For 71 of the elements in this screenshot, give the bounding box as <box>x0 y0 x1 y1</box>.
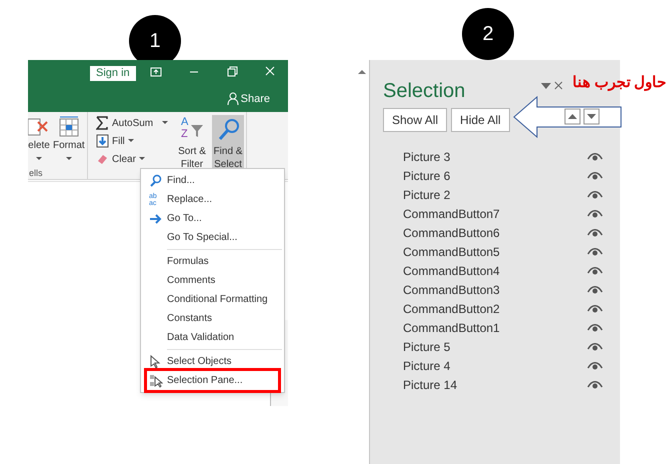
eye-icon[interactable] <box>587 380 603 390</box>
fill-down-icon <box>96 134 109 148</box>
icon-letter: A <box>181 117 188 128</box>
callout-number: 2 <box>462 8 514 60</box>
fill-button[interactable]: Fill <box>96 133 172 149</box>
caret-icon <box>138 157 145 161</box>
restore-icon[interactable] <box>226 65 238 77</box>
caret-icon <box>128 139 134 143</box>
share-button[interactable]: Share <box>226 91 270 108</box>
object-name[interactable]: Picture 2 <box>403 186 450 204</box>
menu-item[interactable]: Go To... <box>141 209 284 228</box>
menu-item[interactable]: Data Validation <box>141 328 284 347</box>
search-icon <box>149 174 163 188</box>
object-name[interactable]: Picture 14 <box>403 376 458 394</box>
menu-item[interactable]: Selection Pane... <box>147 371 278 390</box>
object-name[interactable]: CommandButton3 <box>403 280 500 298</box>
menu-item[interactable]: Comments <box>141 271 284 290</box>
caret-icon <box>66 157 72 161</box>
eraser-icon <box>96 152 109 166</box>
pane-button[interactable]: Hide All <box>451 108 510 132</box>
eye-icon[interactable] <box>587 360 603 370</box>
sigma-icon <box>96 116 109 130</box>
clear-button[interactable]: Clear <box>96 151 172 167</box>
object-name[interactable]: Picture 4 <box>403 356 450 374</box>
scroll-up-icon[interactable] <box>357 68 367 76</box>
menu-item[interactable]: Conditional Formatting <box>141 290 284 309</box>
menu-item[interactable]: Select Objects <box>141 352 284 371</box>
object-name[interactable]: CommandButton5 <box>403 242 500 260</box>
pane-title: Selection <box>383 79 466 104</box>
eye-icon[interactable] <box>587 304 603 314</box>
object-name[interactable]: CommandButton6 <box>403 224 500 242</box>
object-name[interactable]: Picture 6 <box>403 166 450 184</box>
eye-icon[interactable] <box>587 152 603 162</box>
pane-button[interactable]: Show All <box>383 108 448 132</box>
eye-icon[interactable] <box>587 228 603 238</box>
arrow-icon <box>149 212 163 226</box>
grid-format-icon <box>58 116 80 138</box>
eye-icon[interactable] <box>587 342 603 352</box>
object-name[interactable]: Picture 3 <box>403 148 450 166</box>
sign-in-button[interactable]: Sign in <box>90 66 136 81</box>
menu-item[interactable]: Constants <box>141 309 284 328</box>
person-icon <box>226 92 239 106</box>
annotation-text: حاول تجرب هنا <box>572 74 666 93</box>
selection-pane-icon <box>149 374 163 388</box>
object-name[interactable]: CommandButton4 <box>403 262 500 280</box>
format-button[interactable]: Format <box>53 116 85 161</box>
eye-icon[interactable] <box>587 170 603 180</box>
funnel-icon <box>191 125 203 137</box>
sum-button[interactable]: AutoSum <box>96 115 172 131</box>
menu-item[interactable]: Formulas <box>141 252 284 271</box>
object-name[interactable]: Picture 5 <box>403 338 450 356</box>
eye-icon[interactable] <box>587 246 603 256</box>
eye-icon[interactable] <box>587 208 603 218</box>
delete-button[interactable]: elete <box>28 116 50 161</box>
eye-icon[interactable] <box>587 190 603 200</box>
search-icon <box>216 117 240 141</box>
object-name[interactable]: CommandButton2 <box>403 300 500 318</box>
caret-icon <box>36 157 42 161</box>
caret-icon <box>162 121 168 125</box>
object-name[interactable]: CommandButton7 <box>403 204 500 222</box>
eye-icon[interactable] <box>587 266 603 276</box>
ribbon-display-icon[interactable] <box>150 66 162 78</box>
eye-icon[interactable] <box>587 284 603 294</box>
caret-icon[interactable] <box>541 83 551 89</box>
object-name[interactable]: CommandButton1 <box>403 318 500 336</box>
menu-item[interactable]: Go To Special... <box>141 228 284 247</box>
icon-letter: Z <box>181 129 188 140</box>
eye-icon[interactable] <box>587 322 603 332</box>
close-icon[interactable] <box>554 81 563 90</box>
pointer-icon <box>149 354 163 368</box>
group-label: ells <box>29 167 43 180</box>
